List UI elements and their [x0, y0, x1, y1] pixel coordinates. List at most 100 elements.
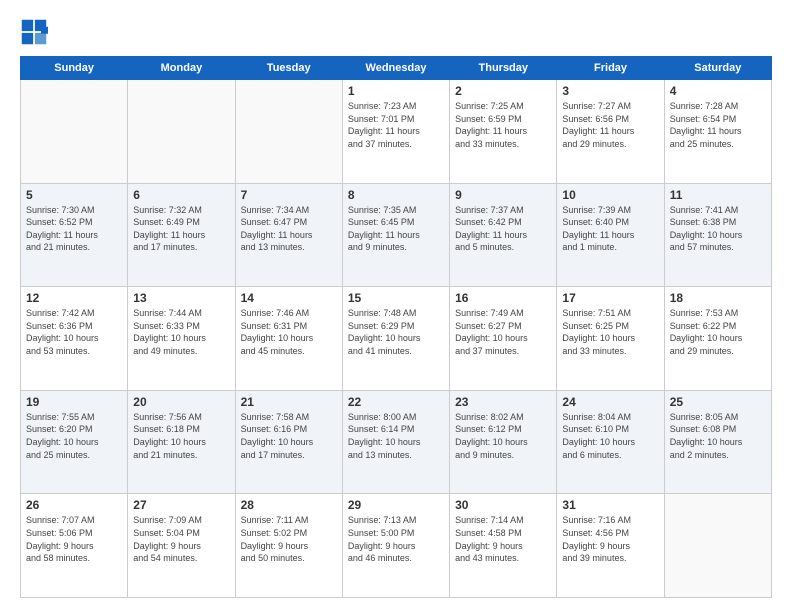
calendar-cell: 30 Sunrise: 7:14 AM Sunset: 4:58 PM Dayli… — [450, 494, 557, 598]
day-info: Sunrise: 8:05 AM Sunset: 6:08 PM Dayligh… — [670, 411, 766, 461]
day-number: 2 — [455, 84, 551, 98]
calendar-cell: 31 Sunrise: 7:16 AM Sunset: 4:56 PM Dayli… — [557, 494, 664, 598]
calendar-cell: 27Sunrise: 7:09 AM Sunset: 5:04 PM Dayli… — [128, 494, 235, 598]
day-number: 16 — [455, 291, 551, 305]
day-number: 11 — [670, 188, 766, 202]
day-number: 13 — [133, 291, 229, 305]
day-number: 31 — [562, 498, 658, 512]
day-info: Sunrise: 7:37 AM Sunset: 6:42 PM Dayligh… — [455, 204, 551, 254]
week-row-3: 12Sunrise: 7:42 AM Sunset: 6:36 PM Dayli… — [21, 287, 772, 391]
week-row-2: 5 Sunrise: 7:30 AM Sunset: 6:52 PM Daylig… — [21, 183, 772, 287]
day-number: 8 — [348, 188, 444, 202]
day-number: 12 — [26, 291, 122, 305]
calendar-cell: 29Sunrise: 7:13 AM Sunset: 5:00 PM Dayli… — [342, 494, 449, 598]
weekday-header-monday: Monday — [128, 57, 235, 80]
calendar-cell: 1Sunrise: 7:23 AM Sunset: 7:01 PM Daylig… — [342, 80, 449, 184]
day-number: 30 — [455, 498, 551, 512]
day-number: 20 — [133, 395, 229, 409]
day-info: Sunrise: 8:04 AM Sunset: 6:10 PM Dayligh… — [562, 411, 658, 461]
weekday-header-row: SundayMondayTuesdayWednesdayThursdayFrid… — [21, 57, 772, 80]
day-number: 15 — [348, 291, 444, 305]
day-info: Sunrise: 8:00 AM Sunset: 6:14 PM Dayligh… — [348, 411, 444, 461]
day-info: Sunrise: 7:27 AM Sunset: 6:56 PM Dayligh… — [562, 100, 658, 150]
header — [20, 18, 772, 46]
day-info: Sunrise: 7:28 AM Sunset: 6:54 PM Dayligh… — [670, 100, 766, 150]
calendar-cell — [664, 494, 771, 598]
day-info: Sunrise: 7:53 AM Sunset: 6:22 PM Dayligh… — [670, 307, 766, 357]
day-number: 9 — [455, 188, 551, 202]
calendar-cell: 21Sunrise: 7:58 AM Sunset: 6:16 PM Dayli… — [235, 390, 342, 494]
calendar-cell: 28Sunrise: 7:11 AM Sunset: 5:02 PM Dayli… — [235, 494, 342, 598]
day-info: Sunrise: 7:48 AM Sunset: 6:29 PM Dayligh… — [348, 307, 444, 357]
calendar-cell: 14Sunrise: 7:46 AM Sunset: 6:31 PM Dayli… — [235, 287, 342, 391]
day-info: Sunrise: 8:02 AM Sunset: 6:12 PM Dayligh… — [455, 411, 551, 461]
day-info: Sunrise: 7:39 AM Sunset: 6:40 PM Dayligh… — [562, 204, 658, 254]
calendar-cell: 11 Sunrise: 7:41 AM Sunset: 6:38 PM Dayli… — [664, 183, 771, 287]
day-info: Sunrise: 7:30 AM Sunset: 6:52 PM Dayligh… — [26, 204, 122, 254]
calendar-cell: 10 Sunrise: 7:39 AM Sunset: 6:40 PM Dayli… — [557, 183, 664, 287]
day-info: Sunrise: 7:56 AM Sunset: 6:18 PM Dayligh… — [133, 411, 229, 461]
day-info: Sunrise: 7:51 AM Sunset: 6:25 PM Dayligh… — [562, 307, 658, 357]
day-number: 7 — [241, 188, 337, 202]
day-number: 25 — [670, 395, 766, 409]
calendar-cell: 3 Sunrise: 7:27 AM Sunset: 6:56 PM Daylig… — [557, 80, 664, 184]
day-number: 23 — [455, 395, 551, 409]
day-number: 29 — [348, 498, 444, 512]
day-info: Sunrise: 7:46 AM Sunset: 6:31 PM Dayligh… — [241, 307, 337, 357]
calendar-cell: 12Sunrise: 7:42 AM Sunset: 6:36 PM Dayli… — [21, 287, 128, 391]
calendar-cell: 20 Sunrise: 7:56 AM Sunset: 6:18 PM Dayli… — [128, 390, 235, 494]
weekday-header-thursday: Thursday — [450, 57, 557, 80]
day-info: Sunrise: 7:44 AM Sunset: 6:33 PM Dayligh… — [133, 307, 229, 357]
week-row-1: 1Sunrise: 7:23 AM Sunset: 7:01 PM Daylig… — [21, 80, 772, 184]
calendar-cell: 25 Sunrise: 8:05 AM Sunset: 6:08 PM Dayli… — [664, 390, 771, 494]
calendar-table: SundayMondayTuesdayWednesdayThursdayFrid… — [20, 56, 772, 598]
day-info: Sunrise: 7:14 AM Sunset: 4:58 PM Dayligh… — [455, 514, 551, 564]
day-info: Sunrise: 7:11 AM Sunset: 5:02 PM Dayligh… — [241, 514, 337, 564]
day-number: 19 — [26, 395, 122, 409]
day-number: 6 — [133, 188, 229, 202]
day-number: 3 — [562, 84, 658, 98]
calendar-cell: 17 Sunrise: 7:51 AM Sunset: 6:25 PM Dayli… — [557, 287, 664, 391]
day-info: Sunrise: 7:55 AM Sunset: 6:20 PM Dayligh… — [26, 411, 122, 461]
day-number: 5 — [26, 188, 122, 202]
weekday-header-tuesday: Tuesday — [235, 57, 342, 80]
page: SundayMondayTuesdayWednesdayThursdayFrid… — [0, 0, 792, 612]
day-info: Sunrise: 7:34 AM Sunset: 6:47 PM Dayligh… — [241, 204, 337, 254]
day-number: 18 — [670, 291, 766, 305]
calendar-cell: 16 Sunrise: 7:49 AM Sunset: 6:27 PM Dayli… — [450, 287, 557, 391]
day-number: 26 — [26, 498, 122, 512]
day-number: 10 — [562, 188, 658, 202]
calendar-cell: 5 Sunrise: 7:30 AM Sunset: 6:52 PM Daylig… — [21, 183, 128, 287]
day-info: Sunrise: 7:23 AM Sunset: 7:01 PM Dayligh… — [348, 100, 444, 150]
week-row-4: 19 Sunrise: 7:55 AM Sunset: 6:20 PM Dayli… — [21, 390, 772, 494]
calendar-cell — [235, 80, 342, 184]
day-number: 17 — [562, 291, 658, 305]
logo-icon — [20, 18, 48, 46]
day-number: 22 — [348, 395, 444, 409]
weekday-header-sunday: Sunday — [21, 57, 128, 80]
day-info: Sunrise: 7:35 AM Sunset: 6:45 PM Dayligh… — [348, 204, 444, 254]
calendar-cell: 7 Sunrise: 7:34 AM Sunset: 6:47 PM Daylig… — [235, 183, 342, 287]
calendar-cell: 4 Sunrise: 7:28 AM Sunset: 6:54 PM Daylig… — [664, 80, 771, 184]
calendar-cell: 18 Sunrise: 7:53 AM Sunset: 6:22 PM Dayli… — [664, 287, 771, 391]
calendar-cell: 8 Sunrise: 7:35 AM Sunset: 6:45 PM Daylig… — [342, 183, 449, 287]
calendar-cell: 23 Sunrise: 8:02 AM Sunset: 6:12 PM Dayli… — [450, 390, 557, 494]
weekday-header-wednesday: Wednesday — [342, 57, 449, 80]
day-info: Sunrise: 7:09 AM Sunset: 5:04 PM Dayligh… — [133, 514, 229, 564]
calendar-cell: 19 Sunrise: 7:55 AM Sunset: 6:20 PM Dayli… — [21, 390, 128, 494]
weekday-header-saturday: Saturday — [664, 57, 771, 80]
day-info: Sunrise: 7:32 AM Sunset: 6:49 PM Dayligh… — [133, 204, 229, 254]
day-info: Sunrise: 7:41 AM Sunset: 6:38 PM Dayligh… — [670, 204, 766, 254]
week-row-5: 26Sunrise: 7:07 AM Sunset: 5:06 PM Dayli… — [21, 494, 772, 598]
day-info: Sunrise: 7:25 AM Sunset: 6:59 PM Dayligh… — [455, 100, 551, 150]
day-number: 24 — [562, 395, 658, 409]
day-info: Sunrise: 7:49 AM Sunset: 6:27 PM Dayligh… — [455, 307, 551, 357]
weekday-header-friday: Friday — [557, 57, 664, 80]
day-info: Sunrise: 7:58 AM Sunset: 6:16 PM Dayligh… — [241, 411, 337, 461]
calendar-cell: 9 Sunrise: 7:37 AM Sunset: 6:42 PM Daylig… — [450, 183, 557, 287]
calendar-cell: 26Sunrise: 7:07 AM Sunset: 5:06 PM Dayli… — [21, 494, 128, 598]
calendar-cell: 6 Sunrise: 7:32 AM Sunset: 6:49 PM Daylig… — [128, 183, 235, 287]
day-number: 4 — [670, 84, 766, 98]
day-info: Sunrise: 7:16 AM Sunset: 4:56 PM Dayligh… — [562, 514, 658, 564]
calendar-cell — [21, 80, 128, 184]
